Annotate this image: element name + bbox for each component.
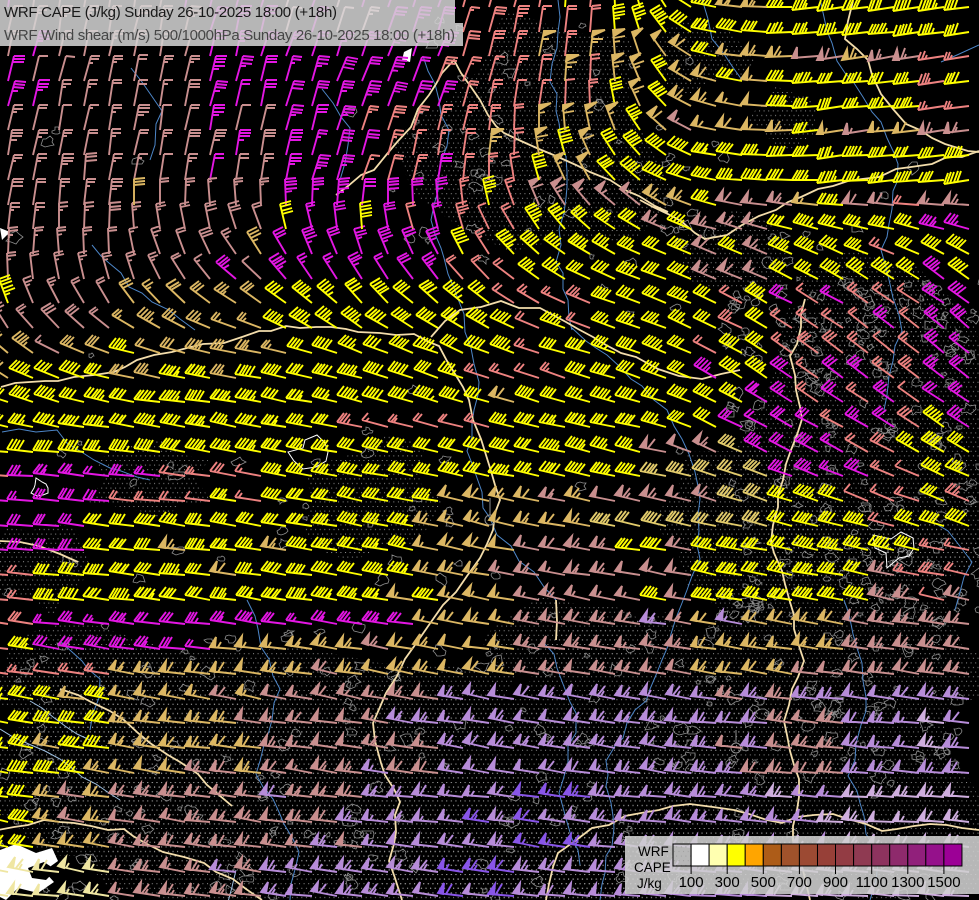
svg-text:CAPE: CAPE <box>634 860 671 875</box>
svg-text:700: 700 <box>787 874 812 891</box>
svg-text:1100: 1100 <box>856 874 888 891</box>
svg-text:J/kg: J/kg <box>637 876 662 891</box>
svg-text:WRF Wind shear (m/s) 500/1000h: WRF Wind shear (m/s) 500/1000hPa Sunday … <box>4 27 455 44</box>
svg-text:300: 300 <box>715 874 740 891</box>
svg-text:500: 500 <box>751 874 776 891</box>
svg-text:900: 900 <box>823 874 848 891</box>
svg-text:WRF CAPE (J/kg) Sunday 26-10-2: WRF CAPE (J/kg) Sunday 26-10-2025 18:00 … <box>4 4 337 21</box>
svg-text:1500: 1500 <box>927 874 960 891</box>
svg-text:WRF: WRF <box>638 844 669 859</box>
svg-text:100: 100 <box>679 874 704 891</box>
svg-text:1300: 1300 <box>891 874 924 891</box>
